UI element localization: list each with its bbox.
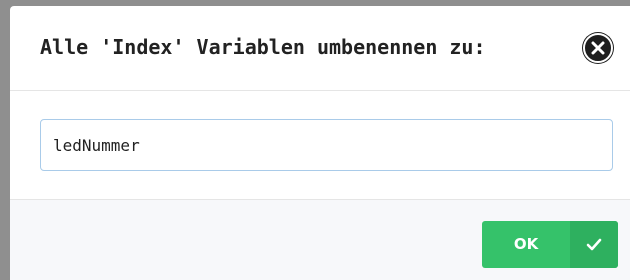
ok-icon-wrap bbox=[570, 221, 618, 268]
dialog-title: Alle 'Index' Variablen umbenennen zu: bbox=[40, 35, 486, 59]
dialog-footer: OK bbox=[10, 199, 630, 280]
rename-variables-dialog: Alle 'Index' Variablen umbenennen zu: OK bbox=[10, 6, 630, 280]
dialog-header: Alle 'Index' Variablen umbenennen zu: bbox=[10, 6, 630, 91]
close-button[interactable] bbox=[583, 33, 613, 63]
check-icon bbox=[586, 238, 602, 251]
ok-button-label: OK bbox=[513, 235, 539, 253]
close-icon bbox=[591, 41, 605, 55]
variable-name-input[interactable] bbox=[40, 119, 613, 171]
dialog-body bbox=[10, 91, 630, 199]
ok-button[interactable]: OK bbox=[482, 221, 618, 268]
